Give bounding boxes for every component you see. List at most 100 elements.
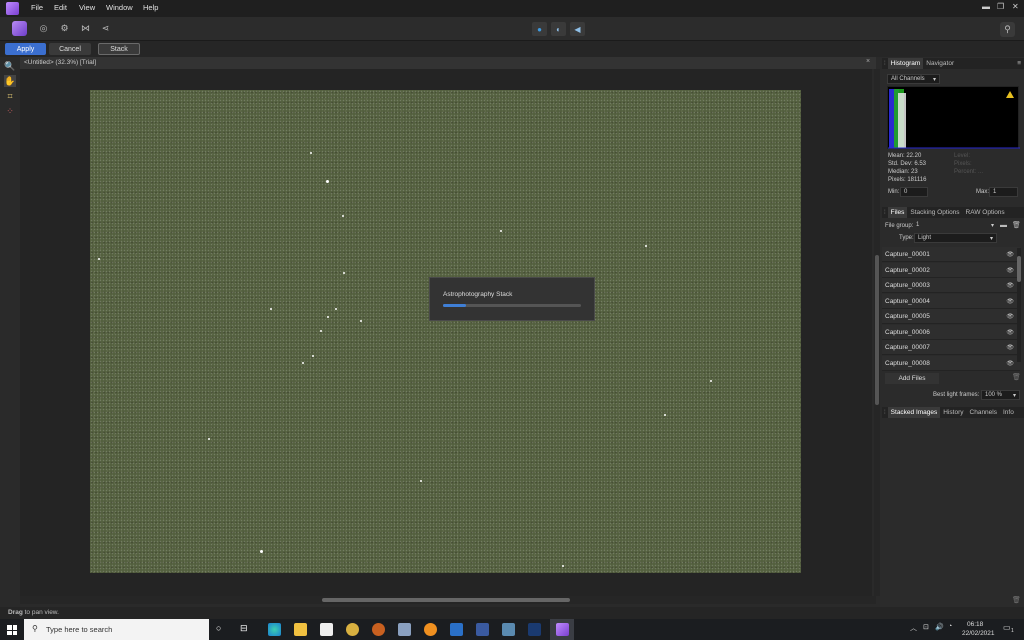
horizontal-scroll-thumb[interactable] <box>322 598 570 602</box>
photo-persona-icon[interactable] <box>12 21 27 36</box>
visibility-eye-icon[interactable]: 👁 <box>1006 313 1014 320</box>
minimize-icon[interactable]: ▬ <box>982 2 990 11</box>
app-icon-5[interactable] <box>476 623 489 636</box>
file-list-item[interactable]: Capture_00001 👁 <box>882 247 1020 262</box>
panel-menu-icon[interactable]: ≡ <box>1014 58 1024 69</box>
taskbar-search-input[interactable]: Type here to search <box>24 619 209 640</box>
file-list-item[interactable]: Capture_00006 👁 <box>882 324 1020 340</box>
folder-icon[interactable]: ▬ <box>1000 222 1007 229</box>
type-select-value: Light <box>918 235 932 241</box>
trash-icon[interactable]: 🗑 <box>1012 596 1021 604</box>
file-list-item[interactable]: Capture_00004 👁 <box>882 293 1020 309</box>
trash-icon[interactable]: 🗑 <box>1012 373 1021 381</box>
tab-stacked-images[interactable]: Stacked Images <box>887 407 941 418</box>
file-list-item[interactable]: Capture_00005 👁 <box>882 309 1020 324</box>
clock-date[interactable]: 22/02/2021 <box>962 630 995 637</box>
clock-time[interactable]: 06:18 <box>967 621 983 628</box>
tray-wifi-icon[interactable]: ◔ <box>948 623 952 630</box>
stack-button[interactable]: Stack <box>98 43 140 55</box>
status-text: to pan view. <box>22 609 59 616</box>
app-icon-2[interactable] <box>372 623 385 636</box>
tray-chevron-icon[interactable]: ︿ <box>910 623 917 633</box>
file-list-item[interactable]: Capture_00008 👁 <box>882 355 1020 371</box>
astro-image[interactable] <box>90 90 801 573</box>
visibility-eye-icon[interactable]: 👁 <box>1006 360 1014 367</box>
cancel-button[interactable]: Cancel <box>49 43 91 55</box>
cortana-icon[interactable]: ○ <box>216 623 229 636</box>
dialog-title: Astrophotography Stack <box>443 291 513 298</box>
star <box>500 230 502 232</box>
type-select[interactable]: Light ▾ <box>914 233 997 243</box>
close-icon[interactable]: ✕ <box>1012 2 1019 11</box>
star <box>562 565 564 567</box>
file-list-item[interactable]: Capture_00002 👁 <box>882 262 1020 278</box>
tone-mapping-persona-icon[interactable]: ⋈ <box>78 21 93 36</box>
crop-tool-icon[interactable]: ⌗ <box>4 90 16 102</box>
best-light-select[interactable]: 100 % ▾ <box>981 390 1020 400</box>
user-account-icon[interactable]: ⚲ <box>1000 22 1015 37</box>
tab-channels[interactable]: Channels <box>967 407 1000 418</box>
notification-icon[interactable]: ▭ <box>1003 623 1011 632</box>
visibility-eye-icon[interactable]: 👁 <box>1006 329 1014 336</box>
tab-stacking-options[interactable]: Stacking Options <box>907 207 962 218</box>
mail-icon[interactable] <box>450 623 463 636</box>
menu-window[interactable]: Window <box>106 3 133 12</box>
file-list-item[interactable]: Capture_00007 👁 <box>882 340 1020 355</box>
photoshop-icon[interactable] <box>528 623 541 636</box>
windows-start-icon[interactable] <box>7 625 17 635</box>
liquify-persona-icon[interactable]: ◎ <box>36 21 51 36</box>
visibility-eye-icon[interactable]: 👁 <box>1006 298 1014 305</box>
tab-history[interactable]: History <box>940 407 966 418</box>
mode-c-icon[interactable]: ◀ <box>570 22 585 36</box>
tab-raw-options[interactable]: RAW Options <box>963 207 1008 218</box>
zoom-tool-icon[interactable]: 🔍 <box>4 60 16 72</box>
vertical-scroll-thumb[interactable] <box>875 255 879 405</box>
tab-files[interactable]: Files <box>887 207 908 218</box>
edge-browser-icon[interactable] <box>268 623 281 636</box>
menu-edit[interactable]: Edit <box>54 3 67 12</box>
channel-select[interactable]: All Channels ▾ <box>887 74 940 84</box>
file-group-select[interactable]: 1 ▾ <box>913 221 997 231</box>
file-list-scroll-thumb[interactable] <box>1017 256 1021 282</box>
selection-tool-icon[interactable]: ⁘ <box>4 105 16 117</box>
trash-icon[interactable]: 🗑 <box>1012 221 1021 229</box>
file-list-item[interactable]: Capture_00003 👁 <box>882 278 1020 293</box>
affinity-photo-logo-icon[interactable] <box>6 2 19 15</box>
app-icon-6[interactable] <box>502 623 515 636</box>
app-icon-4[interactable] <box>424 623 437 636</box>
tab-histogram[interactable]: Histogram <box>887 58 924 69</box>
min-input[interactable]: 0 <box>900 187 928 197</box>
visibility-eye-icon[interactable]: 👁 <box>1006 251 1014 258</box>
app-icon-1[interactable] <box>346 623 359 636</box>
tab-navigator[interactable]: Navigator <box>923 58 957 69</box>
apply-button[interactable]: Apply <box>5 43 46 55</box>
file-name: Capture_00001 <box>885 251 930 258</box>
document-close-icon[interactable]: × <box>866 58 870 65</box>
max-input[interactable]: 1 <box>989 187 1018 197</box>
notification-count: 1 <box>1011 628 1014 634</box>
file-explorer-icon[interactable] <box>294 623 307 636</box>
restore-icon[interactable]: ❐ <box>997 2 1004 11</box>
visibility-eye-icon[interactable]: 👁 <box>1006 282 1014 289</box>
tray-volume-icon[interactable]: 🔊 <box>935 623 944 631</box>
hand-tool-icon[interactable]: ✋ <box>4 75 16 87</box>
menu-file[interactable]: File <box>31 3 43 12</box>
export-persona-icon[interactable]: ⋖ <box>98 21 113 36</box>
star <box>343 272 345 274</box>
store-icon[interactable] <box>320 623 333 636</box>
task-view-icon[interactable]: ⊟ <box>240 623 253 636</box>
tab-info[interactable]: Info <box>1000 407 1017 418</box>
menu-help[interactable]: Help <box>143 3 158 12</box>
visibility-eye-icon[interactable]: 👁 <box>1006 344 1014 351</box>
add-files-button[interactable]: Add Files <box>885 373 939 384</box>
menu-view[interactable]: View <box>79 3 95 12</box>
affinity-photo-taskbar-icon[interactable] <box>556 623 569 636</box>
document-tab[interactable]: <Untitled> (32.3%) [Trial] <box>20 57 876 69</box>
visibility-eye-icon[interactable]: 👁 <box>1006 267 1014 274</box>
tray-network-icon[interactable]: ⊡ <box>923 623 929 631</box>
mode-a-icon[interactable]: ● <box>532 22 547 36</box>
star <box>342 215 344 217</box>
develop-persona-icon[interactable]: ⚙ <box>57 21 72 36</box>
mode-b-icon[interactable]: ◐ <box>551 22 566 36</box>
app-icon-3[interactable] <box>398 623 411 636</box>
